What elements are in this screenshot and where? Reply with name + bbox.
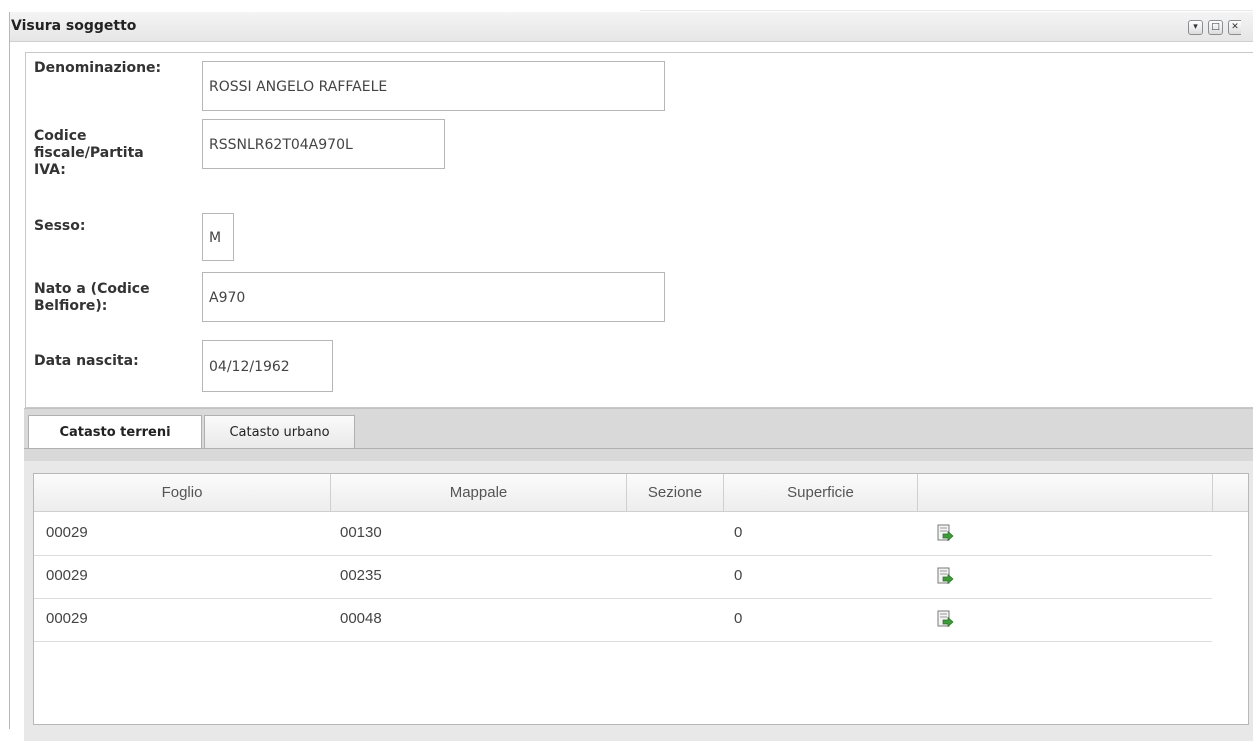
open-document-arrow-icon[interactable] — [936, 567, 954, 585]
cell-mappale: 00235 — [340, 567, 382, 584]
close-icon[interactable]: ✕ — [1228, 20, 1241, 35]
tab-divider-line — [24, 448, 1253, 449]
column-header-foglio[interactable]: Foglio — [34, 474, 331, 512]
column-header-mappale[interactable]: Mappale — [331, 474, 627, 512]
column-header-actions — [918, 474, 1213, 512]
sesso-label: Sesso: — [34, 218, 86, 234]
cell-foglio: 00029 — [46, 567, 88, 584]
data-nascita-label: Data nascita: — [34, 353, 139, 369]
tab-catasto-terreni[interactable]: Catasto terreni — [28, 415, 202, 449]
open-document-arrow-icon[interactable] — [936, 610, 954, 628]
cell-mappale: 00048 — [340, 610, 382, 627]
window-title: Visura soggetto — [11, 18, 137, 34]
nato-a-label: Nato a (Codice Belfiore): — [34, 281, 150, 314]
nato-a-field[interactable]: A970 — [202, 272, 665, 322]
catasto-terreni-grid: Foglio Mappale Sezione Superficie 00029 … — [33, 473, 1249, 725]
denominazione-label: Denominazione: — [34, 60, 162, 76]
top-background-strip — [640, 0, 1253, 11]
catasto-tab-strip: Catasto terreni Catasto urbano — [24, 408, 1253, 461]
codice-fiscale-label: Codice fiscale/Partita IVA: — [34, 128, 144, 178]
window-titlebar[interactable]: Visura soggetto ▾ □ ✕ — [9, 12, 1253, 42]
maximize-icon[interactable]: □ — [1208, 20, 1223, 35]
visura-soggetto-window: Visura soggetto ▾ □ ✕ Denominazione: ROS… — [9, 12, 1253, 741]
cell-superficie: 0 — [734, 567, 743, 584]
tab-catasto-urbano[interactable]: Catasto urbano — [204, 415, 355, 448]
sesso-field[interactable]: M — [202, 213, 234, 261]
table-row[interactable]: 00029 00048 0 — [34, 598, 1212, 642]
column-header-filler — [1213, 474, 1248, 512]
column-header-superficie[interactable]: Superficie — [724, 474, 918, 512]
table-row[interactable]: 00029 00235 0 — [34, 555, 1212, 599]
cell-foglio: 00029 — [46, 524, 88, 541]
table-row[interactable]: 00029 00130 0 — [34, 512, 1212, 556]
column-header-sezione[interactable]: Sezione — [627, 474, 724, 512]
denominazione-field[interactable]: ROSSI ANGELO RAFFAELE — [202, 61, 665, 111]
cell-foglio: 00029 — [46, 610, 88, 627]
cell-superficie: 0 — [734, 610, 743, 627]
codice-fiscale-field[interactable]: RSSNLR62T04A970L — [202, 119, 445, 169]
subject-form: Denominazione: ROSSI ANGELO RAFFAELE Cod… — [25, 52, 1253, 408]
cell-superficie: 0 — [734, 524, 743, 541]
window-left-border — [9, 12, 10, 729]
cell-mappale: 00130 — [340, 524, 382, 541]
open-document-arrow-icon[interactable] — [936, 524, 954, 542]
collapse-icon[interactable]: ▾ — [1188, 20, 1203, 35]
data-nascita-field[interactable]: 04/12/1962 — [202, 340, 333, 392]
